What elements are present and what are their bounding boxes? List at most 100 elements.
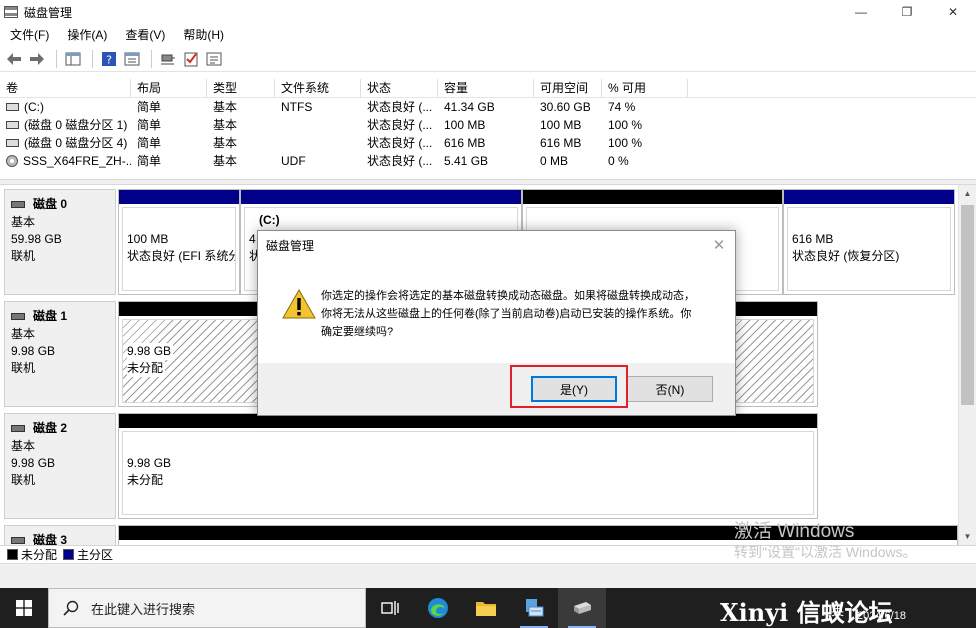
cd-icon [6,155,18,167]
disk-size: 9.98 GB [11,344,56,358]
disk-icon [11,425,25,432]
edge-browser-icon [428,598,448,618]
volume-type: 基本 [213,154,238,168]
partition-bar [784,190,954,204]
volume-filesystem: UDF [281,154,306,168]
activation-watermark-hint: 转到"设置"以激活 Windows。 [734,544,917,560]
restore-button[interactable]: ❐ [884,0,930,24]
column-header-percent-free[interactable]: % 可用 [602,79,688,97]
disk-map-scrollbar[interactable]: ▲ ▼ [958,185,976,545]
column-header-filesystem[interactable]: 文件系统 [275,79,361,97]
checklist-icon [184,52,198,66]
disk-label[interactable]: 磁盘 0 基本 59.98 GB 联机 [4,189,116,295]
table-row[interactable]: (磁盘 0 磁盘分区 1) 简单 基本 状态良好 (... 100 MB 100… [0,116,976,134]
legend-swatch-primary [63,549,75,560]
help-button[interactable]: ? [99,49,119,69]
partition-recovery[interactable]: 616 MB 状态良好 (恢复分区) [783,189,955,295]
volume-list-header: 卷 布局 类型 文件系统 状态 容量 可用空间 % 可用 [0,79,976,98]
close-button[interactable]: ✕ [930,0,976,24]
console-tree-icon [65,52,81,65]
drive-icon [6,139,19,147]
partition-bar [523,190,782,204]
show-hide-console-tree-button[interactable] [63,49,83,69]
tray-date[interactable]: 2024/6/18 [857,610,906,622]
scroll-up-arrow-icon[interactable]: ▲ [959,185,976,202]
input-language-indicator[interactable]: 英 [831,600,844,619]
volume-layout: 简单 [137,154,162,168]
window-title: 磁盘管理 [24,5,73,20]
settings-button[interactable] [204,49,224,69]
dialog-message: 你选定的操作会将选定的基本磁盘转换成动态磁盘。如果将磁盘转换成动态， 你将无法从… [321,287,721,341]
menu-action[interactable]: 操作(A) [57,24,115,46]
properties-icon [124,52,140,65]
help-icon: ? [102,51,116,66]
task-view-button[interactable] [366,588,414,628]
volume-filesystem [275,134,361,152]
drive-icon [6,121,19,129]
no-button[interactable]: 否(N) [627,376,713,402]
dialog-message-line: 你选定的操作会将选定的基本磁盘转换成动态磁盘。如果将磁盘转换成动态， [321,290,695,302]
drive-icon [6,103,19,111]
start-button[interactable] [0,588,48,628]
disk-type: 基本 [11,327,36,341]
column-header-type[interactable]: 类型 [207,79,275,97]
title-bar: 磁盘管理 — ❐ ✕ [0,0,976,24]
volume-layout: 简单 [137,100,162,114]
disk-name: 磁盘 2 [33,421,68,435]
toolbar-separator [92,49,93,68]
toolbar: ? [0,46,976,72]
svg-text:?: ? [106,53,112,66]
disk-label[interactable]: 磁盘 2 基本 9.98 GB 联机 [4,413,116,519]
partition-efi[interactable]: 100 MB 状态良好 (EFI 系统分 [118,189,240,295]
column-header-volume[interactable]: 卷 [0,79,131,97]
partition-status: 状态良好 (EFI 系统分 [127,249,236,263]
menu-file[interactable]: 文件(F) [0,24,57,46]
connect-button[interactable] [158,49,178,69]
table-row[interactable]: (C:) 简单 基本 NTFS 状态良好 (... 41.34 GB 30.60… [0,98,976,116]
partition-unallocated[interactable]: 9.98 GB 未分配 [118,413,818,519]
volume-type: 基本 [213,118,238,132]
column-header-layout[interactable]: 布局 [131,79,207,97]
volume-percent-free: 74 % [608,100,636,114]
partition-size: 100 MB [127,232,169,246]
column-header-status[interactable]: 状态 [361,79,438,97]
disk-size: 9.98 GB [11,456,56,470]
table-row[interactable]: (磁盘 0 磁盘分区 4) 简单 基本 状态良好 (... 616 MB 616… [0,134,976,152]
server-manager-icon [526,599,544,617]
forward-button[interactable] [27,49,47,69]
disk-name: 磁盘 0 [33,197,68,211]
disk-state: 联机 [11,473,36,487]
taskbar-search-box[interactable]: 在此键入进行搜索 [48,588,366,628]
dialog-close-button[interactable]: ✕ [709,235,729,255]
menu-help[interactable]: 帮助(H) [173,24,232,46]
dialog-footer: 是(Y) 否(N) [258,363,735,415]
column-header-capacity[interactable]: 容量 [438,79,534,97]
partition-title: (C:) [259,213,280,227]
back-button[interactable] [4,49,24,69]
volume-filesystem [275,116,361,134]
minimize-button[interactable]: — [838,0,884,24]
scroll-down-arrow-icon[interactable]: ▼ [959,528,976,545]
partition-size: 616 MB [792,232,834,246]
disk-management-app-button[interactable] [558,588,606,628]
volume-layout: 简单 [137,136,162,150]
menu-view[interactable]: 查看(V) [115,24,173,46]
file-explorer-app-button[interactable] [462,588,510,628]
edge-app-button[interactable] [414,588,462,628]
volume-percent-free: 100 % [608,136,643,150]
dialog-message-line: 你将无法从这些磁盘上的任何卷(除了当前启动卷)启动已安装的操作系统。你 [321,308,692,320]
volume-percent-free: 100 % [608,118,643,132]
check-button[interactable] [181,49,201,69]
column-header-free-space[interactable]: 可用空间 [534,79,602,97]
table-row[interactable]: SSS_X64FRE_ZH-... 简单 基本 UDF 状态良好 (... 5.… [0,152,976,170]
volume-name: (磁盘 0 磁盘分区 4) [24,136,128,150]
disk-management-icon [574,602,591,614]
disk-label[interactable]: 磁盘 3 [4,525,116,545]
properties-button[interactable] [122,49,142,69]
scrollbar-thumb[interactable] [961,205,974,405]
settings-list-icon [206,52,222,65]
window-controls: — ❐ ✕ [838,0,976,24]
volume-status: 状态良好 (... [367,100,433,114]
disk-label[interactable]: 磁盘 1 基本 9.98 GB 联机 [4,301,116,407]
server-manager-app-button[interactable] [510,588,558,628]
